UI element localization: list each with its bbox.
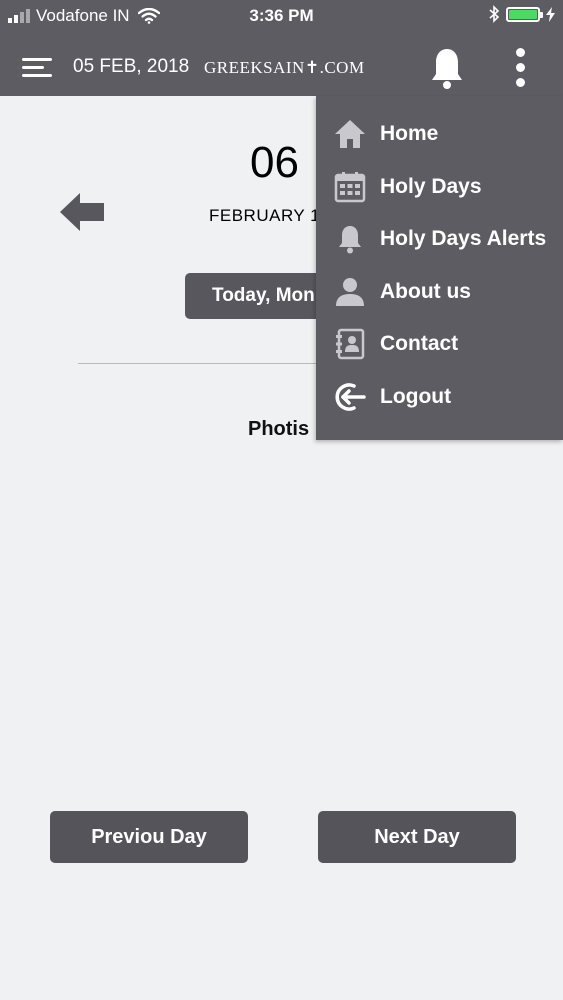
previous-day-button[interactable]: Previou Day	[50, 811, 248, 863]
menu-label-logout: Logout	[380, 385, 452, 408]
next-day-button[interactable]: Next Day	[318, 811, 516, 863]
menu-item-about-us[interactable]: About us	[316, 266, 563, 318]
saint-name: Photis	[248, 418, 310, 440]
day-number: 06	[250, 138, 299, 187]
menu-label-home: Home	[380, 122, 439, 145]
top-bar: Vodafone IN 3:36 PM 05 FEB, 2018 GREEKSA…	[0, 0, 563, 96]
menu-item-holy-days[interactable]: Holy Days	[316, 161, 563, 213]
header-date: 05 FEB, 2018	[73, 56, 190, 77]
bell-icon	[333, 222, 367, 256]
status-time: 3:36 PM	[249, 6, 314, 25]
battery-icon	[506, 6, 543, 22]
month-year: FEBRUARY 1	[209, 206, 321, 225]
status-bar: Vodafone IN 3:36 PM	[0, 0, 563, 32]
menu-label-about-us: About us	[380, 280, 471, 303]
menu-item-logout[interactable]: Logout	[316, 371, 563, 423]
menu-label-contact: Contact	[380, 332, 459, 355]
calendar-icon	[333, 170, 367, 204]
menu-label-holy-days-alerts: Holy Days Alerts	[380, 227, 547, 250]
bluetooth-icon	[489, 5, 500, 23]
menu-item-holy-days-alerts[interactable]: Holy Days Alerts	[316, 213, 563, 265]
address-book-icon	[333, 327, 367, 361]
notification-bell-icon[interactable]	[430, 46, 464, 90]
charging-icon	[546, 6, 555, 22]
back-arrow-icon[interactable]	[58, 190, 108, 234]
home-icon	[333, 117, 367, 151]
menu-item-home[interactable]: Home	[316, 108, 563, 160]
logout-icon	[333, 380, 367, 414]
user-icon	[333, 275, 367, 309]
menu-label-holy-days: Holy Days	[380, 175, 482, 198]
menu-item-contact[interactable]: Contact	[316, 318, 563, 370]
brand-logo: GREEKSAIN✝.COM	[204, 58, 365, 77]
app-bar: 05 FEB, 2018 GREEKSAIN✝.COM	[0, 32, 563, 96]
more-options-icon[interactable]	[512, 48, 528, 88]
hamburger-menu-icon[interactable]	[22, 58, 52, 78]
dropdown-menu: Home Holy Days Holy Days Alerts About us…	[316, 96, 563, 440]
status-right	[488, 5, 555, 23]
